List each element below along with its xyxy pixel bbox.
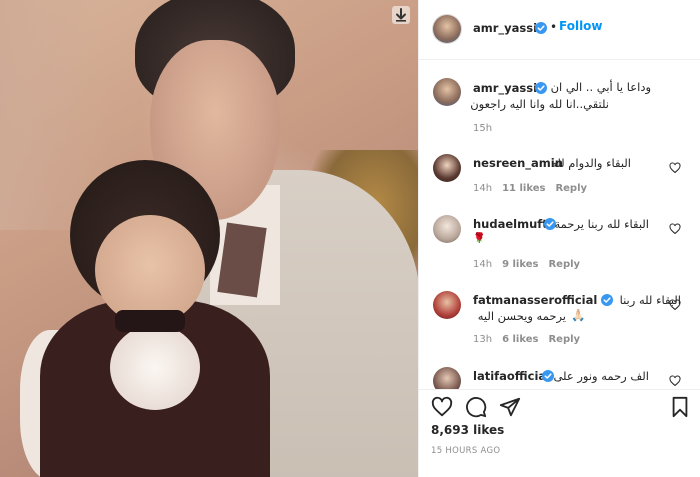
comment-username[interactable]: nesreen_amin [473,156,563,170]
comment-likes[interactable]: 11 likes [502,183,545,194]
reply-button[interactable]: Reply [548,259,580,270]
comment-timestamp: 13h [473,334,493,345]
post-side-panel: amr_yassin • Follow amr_yassin وداعا يا … [418,0,700,477]
author-avatar[interactable] [433,78,461,106]
heart-icon[interactable] [669,162,681,174]
follow-button[interactable]: Follow [559,19,603,33]
post-timestamp: 15 HOURS AGO [431,446,501,456]
comment-text: البقاء لله ربنا يرحمة [554,217,649,231]
separator-dot: • [550,20,558,34]
comment-bubble-icon[interactable] [465,396,487,418]
commenter-avatar[interactable] [433,367,461,389]
heart-icon[interactable] [669,223,681,235]
post-photo[interactable] [0,0,418,477]
caption-text-line-1: وداعا يا أبي .. الي ان [550,80,651,94]
rose-emoji: 🌹 [473,233,486,244]
heart-icon[interactable] [669,299,681,311]
comment-username[interactable]: fatmanasserofficial [473,293,597,307]
commenter-avatar[interactable] [433,291,461,319]
likes-count[interactable]: 8,693 likes [431,423,504,437]
caption-timestamp: 15h [473,123,493,134]
post-actions-bar: 8,693 likes 15 HOURS AGO [419,389,700,477]
caption-text-line-2: نلتقي..انا لله وانا اليه راجعون [470,97,609,111]
verified-badge-icon [535,22,547,34]
praying-hands-emoji: 🙏🏻 [571,308,586,322]
comment-meta: 14h 9 likes Reply [473,259,580,270]
heart-icon[interactable] [669,375,681,387]
commenter-avatar[interactable] [433,215,461,243]
commenter-avatar[interactable] [433,154,461,182]
verified-badge-icon [535,82,547,94]
reply-button[interactable]: Reply [548,334,580,345]
comments-list[interactable]: amr_yassin وداعا يا أبي .. الي ان نلتقي.… [419,61,700,389]
comment-likes[interactable]: 6 likes [502,334,538,345]
heart-icon[interactable] [431,396,453,418]
paper-plane-icon[interactable] [499,396,521,418]
comment-text: الف رحمه ونور على [553,369,649,383]
post-header: amr_yassin • Follow [419,0,700,60]
comment-text-line-2: يرحمه ويحسن اليه [477,309,566,323]
bookmark-icon[interactable] [669,396,691,418]
verified-badge-icon [542,370,554,382]
comment-text: البقاء والدوام لله [551,156,631,170]
comment-username[interactable]: latifaofficial [473,369,550,383]
comment-likes[interactable]: 9 likes [502,259,538,270]
verified-badge-icon [601,294,613,306]
comment-meta: 13h 6 likes Reply [473,334,580,345]
photo-child-bowtie [115,310,185,332]
comment-username[interactable]: hudaelmufti [473,217,552,231]
photo-child-face [95,215,205,325]
download-arrow-icon[interactable] [392,6,410,24]
comment-timestamp: 14h [473,183,493,194]
comment-timestamp: 14h [473,259,493,270]
comment-meta: 14h 11 likes Reply [473,183,587,194]
photo-child-ruffle [110,325,200,410]
author-avatar[interactable] [433,15,461,43]
reply-button[interactable]: Reply [555,183,587,194]
